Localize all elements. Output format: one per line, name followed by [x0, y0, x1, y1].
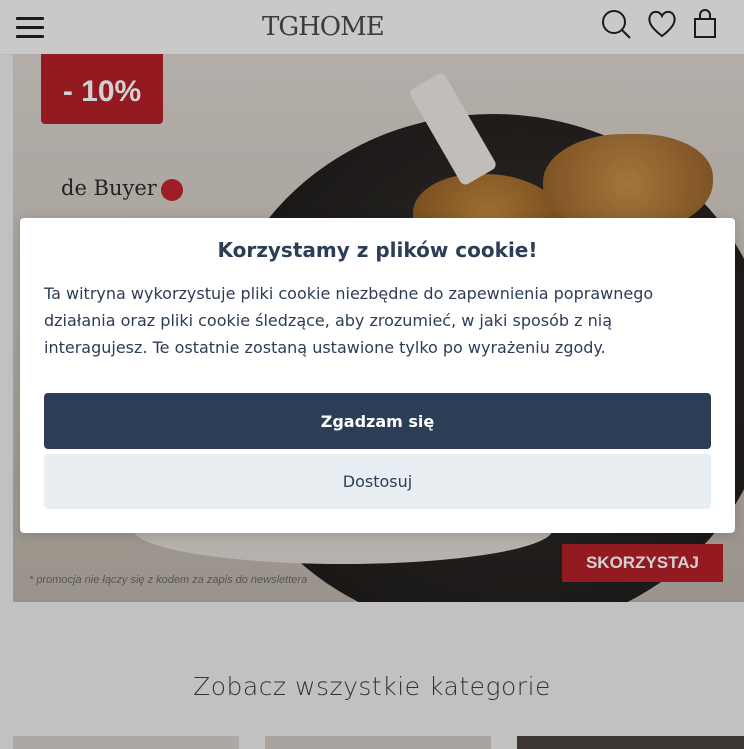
accept-cookies-button[interactable]: Zgadzam się [44, 393, 711, 449]
customize-cookies-button[interactable]: Dostosuj [44, 454, 711, 509]
cookie-modal-title: Korzystamy z plików cookie! [217, 238, 538, 262]
cookie-consent-modal: Korzystamy z plików cookie! Ta witryna w… [20, 218, 735, 533]
cookie-modal-body: Ta witryna wykorzystuje pliki cookie nie… [44, 284, 654, 357]
